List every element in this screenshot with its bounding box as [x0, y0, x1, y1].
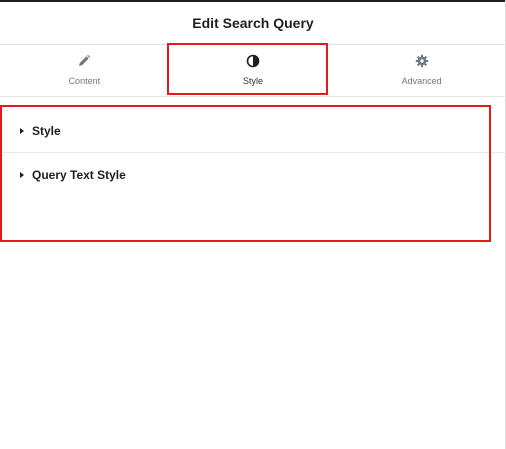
section-style[interactable]: Style	[0, 109, 506, 153]
section-style-title: Style	[32, 123, 61, 138]
tab-style-label: Style	[243, 76, 264, 86]
section-query-text-style[interactable]: Query Text Style	[0, 153, 506, 197]
tab-content-label: Content	[68, 76, 101, 86]
tab-advanced-label: Advanced	[401, 76, 442, 86]
section-query-text-style-title: Query Text Style	[32, 168, 126, 182]
caret-right-icon	[20, 172, 24, 178]
tab-style[interactable]: Style	[169, 44, 338, 96]
gear-icon	[415, 54, 429, 68]
panel-header: Edit Search Query	[0, 2, 506, 45]
contrast-icon	[246, 54, 260, 68]
tab-advanced[interactable]: Advanced	[337, 44, 506, 96]
panel-title: Edit Search Query	[192, 15, 314, 31]
section-list: Style Query Text Style	[0, 109, 506, 197]
tab-bar: Content Style Advanced	[0, 44, 506, 97]
tab-content[interactable]: Content	[0, 44, 169, 96]
caret-right-icon	[20, 127, 24, 134]
pencil-icon	[77, 54, 91, 68]
